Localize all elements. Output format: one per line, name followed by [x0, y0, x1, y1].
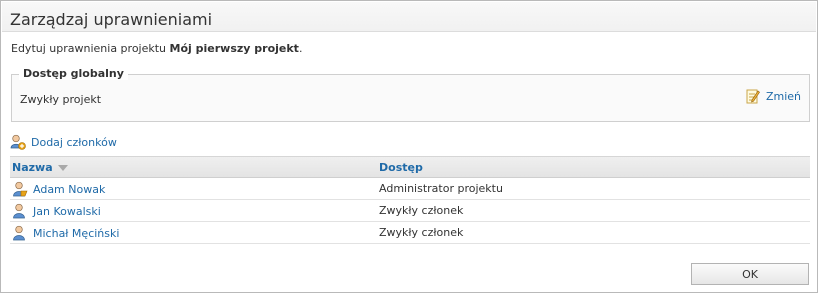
add-user-icon [10, 134, 26, 150]
intro-suffix: . [298, 42, 303, 55]
intro-text: Edytuj uprawnienia projektu [11, 42, 170, 55]
change-link-label: Zmień [765, 89, 801, 103]
member-name-link[interactable]: Jan Kowalski [12, 203, 101, 219]
edit-note-icon [746, 88, 760, 104]
add-members-label: Dodaj członków [31, 135, 117, 149]
change-global-access-link[interactable]: Zmień [746, 88, 801, 104]
permissions-dialog: Zarządzaj uprawnieniami Edytuj uprawnien… [0, 0, 818, 293]
ok-button[interactable]: OK [691, 263, 809, 285]
member-name: Jan Kowalski [33, 204, 101, 218]
members-table: Nazwa Dostęp Adam Nowak Administrator pr… [10, 156, 810, 244]
member-name-link[interactable]: Michał Męciński [12, 225, 119, 241]
member-access: Zwykły członek [379, 226, 464, 239]
global-access-value: Zwykły projekt [20, 93, 102, 106]
admin-user-icon [12, 181, 28, 197]
column-header-access-label: Dostęp [379, 161, 423, 174]
column-header-name[interactable]: Nazwa [12, 161, 68, 174]
member-name-link[interactable]: Adam Nowak [12, 181, 105, 197]
add-members-link[interactable]: Dodaj członków [10, 134, 117, 150]
member-name: Michał Męciński [33, 226, 120, 240]
dialog-intro: Edytuj uprawnienia projektu Mój pierwszy… [11, 42, 302, 55]
table-header: Nazwa Dostęp [10, 156, 810, 178]
dialog-title-bar: Zarządzaj uprawnieniami [2, 2, 816, 32]
user-icon [12, 225, 28, 241]
table-row: Michał Męciński Zwykły członek [10, 222, 810, 244]
global-access-fieldset: Dostęp globalny Zwykły projekt Zmień [11, 67, 810, 122]
member-access: Administrator projektu [379, 182, 503, 195]
table-row: Jan Kowalski Zwykły członek [10, 200, 810, 222]
user-icon [12, 203, 28, 219]
dialog-title: Zarządzaj uprawnieniami [10, 10, 213, 29]
global-access-legend: Dostęp globalny [19, 67, 128, 80]
column-header-access[interactable]: Dostęp [379, 161, 423, 174]
project-name: Mój pierwszy projekt [169, 42, 299, 55]
member-name: Adam Nowak [33, 182, 106, 196]
table-row: Adam Nowak Administrator projektu [10, 178, 810, 200]
column-header-name-label: Nazwa [12, 161, 53, 174]
sort-descending-icon [57, 165, 68, 171]
member-access: Zwykły członek [379, 204, 464, 217]
